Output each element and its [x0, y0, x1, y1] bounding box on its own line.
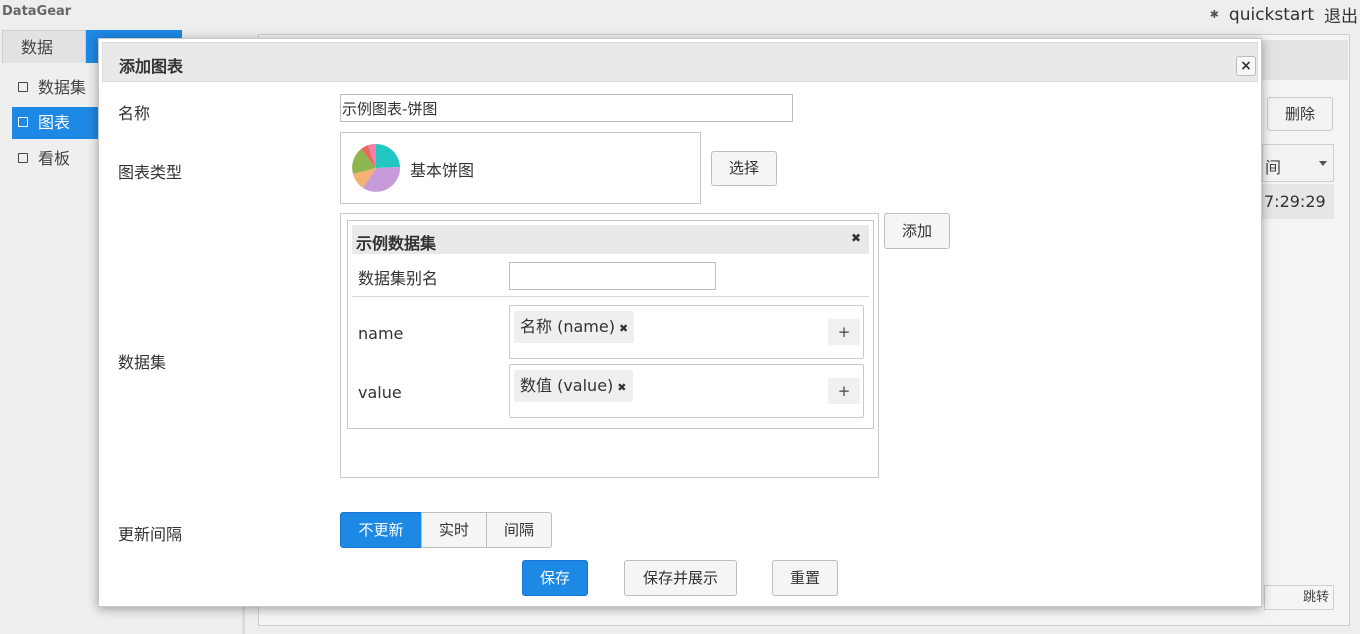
- logout-link[interactable]: 退出: [1324, 2, 1358, 27]
- top-bar: [0, 0, 1360, 26]
- column-select-value: 间: [1265, 158, 1282, 177]
- update-option-none[interactable]: 不更新: [340, 512, 422, 548]
- param-name-mapping[interactable]: 名称 (name) ✖ +: [509, 305, 864, 359]
- dataset-card-title: 示例数据集: [356, 234, 437, 253]
- add-chart-dialog: 添加图表 × 名称 图表类型 基本饼图 选择 数据集 示例数据集 ✖ 数据集别名…: [98, 38, 1262, 607]
- dataset-alias-input[interactable]: [509, 262, 716, 290]
- chart-type-label: 图表类型: [118, 163, 183, 182]
- close-icon[interactable]: ×: [1236, 56, 1256, 76]
- remove-chip-icon[interactable]: ✖: [617, 381, 626, 394]
- update-option-interval[interactable]: 间隔: [486, 512, 552, 548]
- remove-dataset-icon[interactable]: ✖: [851, 231, 861, 245]
- param-name-label: name: [358, 324, 404, 343]
- choose-button[interactable]: 选择: [711, 151, 777, 186]
- dialog-title: 添加图表: [119, 57, 184, 76]
- param-value-mapping[interactable]: 数值 (value) ✖ +: [509, 364, 864, 418]
- dialog-header: 添加图表 ×: [102, 42, 1258, 82]
- dataset-icon: [18, 82, 28, 92]
- dataset-card: 示例数据集 ✖ 数据集别名 name 名称 (name) ✖ + value 数值…: [347, 220, 874, 429]
- tab-datasource[interactable]: 数据源: [2, 30, 86, 90]
- name-label: 名称: [118, 104, 151, 123]
- sidebar-item-label: 数据集: [38, 78, 87, 97]
- chart-type-box[interactable]: 基本饼图: [340, 132, 701, 204]
- remove-chip-icon[interactable]: ✖: [619, 322, 628, 335]
- gear-icon[interactable]: ✱: [1210, 8, 1219, 21]
- sidebar-item-label: 看板: [38, 149, 71, 168]
- dataset-container: 示例数据集 ✖ 数据集别名 name 名称 (name) ✖ + value 数值…: [340, 213, 879, 478]
- sidebar-item-label: 图表: [38, 113, 71, 132]
- save-and-show-button[interactable]: 保存并展示: [624, 560, 737, 596]
- field-chip[interactable]: 数值 (value) ✖: [514, 370, 633, 402]
- update-option-realtime[interactable]: 实时: [421, 512, 487, 548]
- param-value-label: value: [358, 383, 402, 402]
- jump-button[interactable]: 跳转: [1264, 585, 1334, 610]
- pie-chart-icon: [352, 143, 401, 192]
- add-field-icon[interactable]: +: [828, 378, 860, 404]
- dataset-alias-label: 数据集别名: [358, 269, 439, 288]
- add-field-icon[interactable]: +: [828, 319, 860, 345]
- field-chip-label: 名称 (name): [520, 317, 615, 336]
- column-select[interactable]: 间: [1262, 144, 1334, 182]
- reset-button[interactable]: 重置: [772, 560, 838, 596]
- chart-type-name: 基本饼图: [410, 161, 475, 180]
- user-name[interactable]: quickstart: [1229, 5, 1314, 25]
- dashboard-icon: [18, 153, 28, 163]
- add-dataset-button[interactable]: 添加: [884, 213, 950, 249]
- chevron-down-icon: [1319, 161, 1327, 166]
- update-interval-label: 更新间隔: [118, 525, 183, 544]
- delete-button[interactable]: 删除: [1267, 97, 1333, 131]
- save-button[interactable]: 保存: [522, 560, 588, 596]
- dataset-label: 数据集: [118, 353, 167, 372]
- divider: [352, 296, 869, 297]
- table-cell-time: 7:29:29: [1262, 184, 1334, 219]
- field-chip[interactable]: 名称 (name) ✖: [514, 311, 635, 343]
- dataset-card-header: 示例数据集 ✖: [352, 225, 869, 254]
- table-header: [1262, 40, 1348, 80]
- app-logo: DataGear: [2, 4, 72, 19]
- image-icon: [18, 117, 28, 127]
- user-area: ✱ quickstart 退出: [1210, 2, 1358, 28]
- name-input[interactable]: [340, 94, 793, 122]
- field-chip-label: 数值 (value): [520, 376, 614, 395]
